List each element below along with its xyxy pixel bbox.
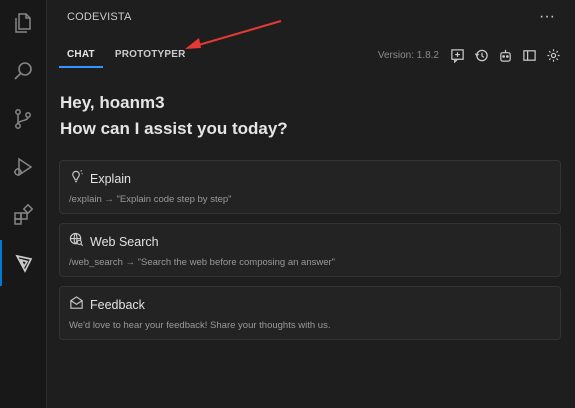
new-chat-icon[interactable] — [449, 47, 465, 63]
source-control-icon[interactable] — [0, 96, 46, 142]
card-title: Web Search — [90, 235, 159, 249]
panel-toolbar: Version: 1.8.2 — [378, 46, 561, 64]
run-debug-icon[interactable] — [0, 144, 46, 190]
panel-title: CODEVISTA — [67, 11, 132, 23]
card-feedback[interactable]: Feedback We'd love to hear your feedback… — [59, 286, 561, 340]
explorer-icon[interactable] — [0, 0, 46, 46]
extensions-icon[interactable] — [0, 192, 46, 238]
version-label: Version: 1.8.2 — [377, 49, 439, 61]
mail-icon — [69, 295, 84, 315]
tab-chat[interactable]: CHAT — [59, 44, 103, 68]
settings-icon[interactable] — [545, 47, 561, 63]
card-explain[interactable]: Explain /explain → "Explain code step by… — [59, 160, 561, 214]
web-search-icon — [69, 232, 84, 252]
tab-prototyper[interactable]: PROTOTYPER — [103, 44, 194, 68]
activity-bar — [0, 0, 47, 408]
codevista-icon[interactable] — [0, 240, 46, 286]
search-icon[interactable] — [0, 48, 46, 94]
card-title: Feedback — [90, 298, 145, 312]
history-icon[interactable] — [473, 47, 489, 63]
more-actions-icon[interactable]: ··· — [537, 8, 557, 26]
bot-icon[interactable] — [497, 47, 513, 63]
greeting: Hey, hoanm3 How can I assist you today? — [60, 90, 288, 142]
tab-bar: CHAT PROTOTYPER — [59, 44, 194, 68]
card-web-search[interactable]: Web Search /web_search → "Search the web… — [59, 223, 561, 277]
greeting-question: How can I assist you today? — [60, 119, 288, 138]
card-description: We'd love to hear your feedback! Share y… — [69, 320, 331, 331]
card-description: /web_search → "Search the web before com… — [69, 257, 336, 268]
lightbulb-icon — [69, 169, 84, 189]
greeting-name: Hey, hoanm3 — [60, 93, 165, 112]
codevista-panel: CODEVISTA ··· CHAT PROTOTYPER Version: 1… — [47, 0, 575, 408]
suggestion-cards: Explain /explain → "Explain code step by… — [59, 160, 561, 349]
card-title: Explain — [90, 172, 131, 186]
layout-icon[interactable] — [521, 47, 537, 63]
card-description: /explain → "Explain code step by step" — [69, 194, 232, 205]
